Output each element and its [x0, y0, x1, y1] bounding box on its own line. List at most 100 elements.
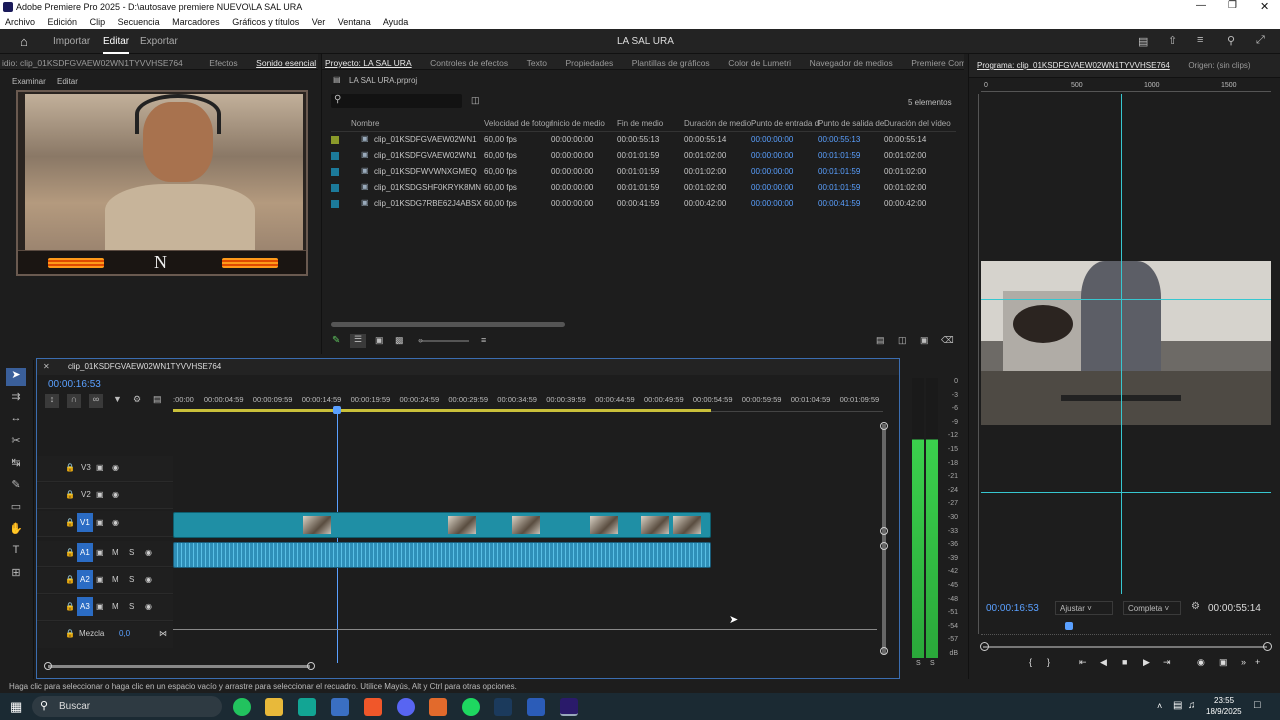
step-back-icon[interactable]: ◀	[1100, 657, 1107, 668]
track-name-a2[interactable]: A2	[77, 570, 93, 589]
hscroll-left-handle[interactable]	[44, 662, 52, 670]
track-name-a3[interactable]: A3	[77, 597, 93, 616]
icon-view-icon[interactable]: ▣	[375, 335, 384, 346]
track-select-icon[interactable]: ⇉	[6, 390, 26, 408]
tab-lumetri[interactable]: Color de Lumetri	[720, 54, 799, 69]
close-button[interactable]: ✕	[1260, 0, 1269, 13]
table-cell[interactable]: clip_01KSDFWVWNXGMEQ	[374, 167, 477, 176]
timeline-ruler[interactable]: :00:00 00:00:04:59 00:00:09:59 00:00:14:59 0…	[173, 392, 883, 412]
project-scrollbar[interactable]	[331, 322, 565, 327]
trash-icon[interactable]: ⌫	[941, 335, 954, 346]
tab-source[interactable]: Origen: (sin clips)	[1180, 57, 1258, 74]
vscroll-handle[interactable]	[880, 647, 888, 655]
sync-icon[interactable]: ▣	[96, 575, 104, 584]
col-video-duration[interactable]: Duración del vídeo	[884, 119, 951, 128]
slip-icon[interactable]: ↹	[6, 456, 26, 474]
sequence-tab[interactable]: clip_01KSDFGVAEW02WN1TYVVHSE764	[68, 362, 221, 371]
vscroll-handle[interactable]	[880, 422, 888, 430]
tab-premiere-com[interactable]: Premiere Com	[903, 54, 964, 69]
table-row[interactable]: ▣ clip_01KSDFWVWNXGMEQ 60,00 fps 00:00:00:0…	[331, 164, 956, 180]
program-scrubber[interactable]	[981, 627, 1271, 635]
tab-effect-controls[interactable]: Controles de efectos	[422, 54, 516, 69]
hand-icon[interactable]: ✋	[6, 522, 26, 540]
zoom-bar-left-handle[interactable]	[980, 642, 989, 651]
mix-go-icon[interactable]: ⋈	[159, 629, 167, 638]
tab-project[interactable]: Proyecto: LA SAL URA	[322, 54, 420, 69]
discord-icon[interactable]	[397, 698, 415, 716]
solo-button[interactable]: S	[129, 602, 134, 611]
timeline-vertical-scrollbar[interactable]	[882, 424, 886, 654]
mute-button[interactable]: M	[112, 575, 119, 584]
eye-icon[interactable]: ◉	[112, 490, 119, 499]
menu-edicion[interactable]: Edición	[48, 17, 78, 27]
lock-icon[interactable]: 🔒	[65, 490, 75, 499]
program-timecode[interactable]: 00:00:16:53	[986, 603, 1039, 614]
lock-icon[interactable]: 🔒	[65, 463, 75, 472]
share-icon[interactable]: ⇧	[1168, 34, 1177, 47]
notifications-icon[interactable]: □	[1254, 699, 1261, 711]
new-bin-icon[interactable]: ◫	[898, 335, 907, 346]
rectangle-icon[interactable]: ▭	[6, 500, 26, 518]
camera-icon[interactable]: ◉	[1197, 657, 1205, 668]
app-orange-icon[interactable]	[429, 698, 447, 716]
track-name-a1[interactable]: A1	[77, 543, 93, 562]
brave-icon[interactable]	[364, 698, 382, 716]
col-name[interactable]: Nombre	[351, 119, 379, 128]
search-icon[interactable]: ⚲	[1227, 34, 1235, 47]
menu-ayuda[interactable]: Ayuda	[383, 17, 408, 27]
eye-icon[interactable]: ◉	[112, 463, 119, 472]
tab-audio-clip[interactable]: idio: clip_01KSDFGVAEW02WN1TYVVHSE764	[0, 54, 191, 69]
sync-icon[interactable]: ▣	[96, 518, 104, 527]
import-tab[interactable]: Importar	[53, 36, 90, 47]
project-search-input[interactable]: ⚲	[331, 94, 462, 108]
lock-icon[interactable]: 🔒	[65, 518, 75, 527]
app-teal-icon[interactable]	[298, 698, 316, 716]
label-color-swatch[interactable]	[331, 168, 339, 176]
tab-graphic-templates[interactable]: Plantillas de gráficos	[624, 54, 718, 69]
solo-button[interactable]: S	[129, 548, 134, 557]
ripple-edit-icon[interactable]: ↔	[6, 412, 26, 430]
zoom-bar[interactable]	[983, 646, 1267, 648]
steam-icon[interactable]	[494, 698, 512, 716]
lock-icon[interactable]: 🔒	[65, 602, 75, 611]
tab-essential-sound[interactable]: Sonido esencial	[248, 54, 318, 69]
list-view-icon[interactable]: ☰	[350, 334, 366, 348]
tab-media-browser[interactable]: Navegador de medios	[802, 54, 901, 69]
table-row[interactable]: ▣ clip_01KSDGSHF0KRYK8MN 60,00 fps 00:00:00…	[331, 180, 956, 196]
zoom-handle-icon[interactable]: ○	[418, 336, 423, 345]
captions-icon[interactable]: ▤	[153, 394, 162, 405]
linked-icon[interactable]: ∞	[89, 394, 103, 408]
marker-icon[interactable]: ▼	[113, 394, 122, 404]
col-fps[interactable]: Velocidad de fotogr	[484, 119, 553, 128]
go-to-in-icon[interactable]: ⇤	[1079, 657, 1087, 668]
go-to-out-icon[interactable]: ⇥	[1163, 657, 1171, 668]
edit-tab[interactable]: Editar	[103, 36, 130, 54]
razor-icon[interactable]: ✂	[6, 434, 26, 452]
menu-icon[interactable]: ≡	[1197, 34, 1203, 46]
sort-icon[interactable]: ≡	[481, 335, 486, 345]
pen-icon[interactable]: ✎	[6, 478, 26, 496]
settings-wrench-icon[interactable]: ⚙	[1191, 601, 1200, 612]
table-cell[interactable]: clip_01KSDG7RBE62J4ABSX	[374, 199, 482, 208]
track-name-v3[interactable]: V3	[81, 463, 91, 472]
export-tab[interactable]: Exportar	[140, 36, 178, 47]
mic-icon[interactable]: ◉	[145, 575, 152, 584]
fullscreen-icon[interactable]: ⤢	[1256, 34, 1265, 47]
table-row[interactable]: ▣ clip_01KSDFGVAEW02WN1 60,00 fps 00:00:00:…	[331, 148, 956, 164]
menu-marcadores[interactable]: Marcadores	[172, 17, 220, 27]
pencil-icon[interactable]: ✎	[332, 335, 340, 346]
track-name-v1[interactable]: V1	[77, 513, 93, 532]
sync-icon[interactable]: ▣	[96, 490, 104, 499]
label-color-swatch[interactable]	[331, 136, 339, 144]
solo-right-button[interactable]: S	[930, 660, 935, 667]
sync-icon[interactable]: ▣	[96, 548, 104, 557]
bin-icon[interactable]: ◫	[471, 95, 480, 106]
track-name-v2[interactable]: V2	[81, 490, 91, 499]
scrubber-playhead[interactable]	[1065, 622, 1073, 630]
stop-icon[interactable]: ■	[1122, 657, 1127, 667]
more-icon[interactable]: »	[1241, 657, 1246, 667]
menu-secuencia[interactable]: Secuencia	[118, 17, 160, 27]
col-media-duration[interactable]: Duración de medio	[684, 119, 751, 128]
maximize-button[interactable]: ❐	[1228, 0, 1237, 11]
selection-tool-icon[interactable]: ➤	[6, 368, 26, 386]
